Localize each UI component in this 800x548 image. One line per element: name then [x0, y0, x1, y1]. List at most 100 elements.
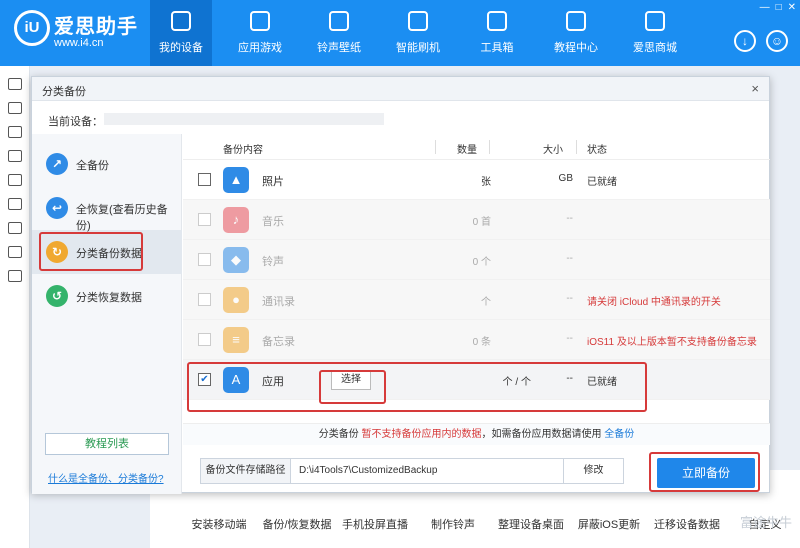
header-status: 状态 — [587, 145, 607, 156]
nav-item-6[interactable]: 爱思商城 — [624, 0, 686, 66]
row-size: -- — [566, 293, 573, 304]
note-text: ，如需备份应用数据请使用 — [481, 429, 605, 440]
nav-label: 我的设备 — [159, 42, 203, 54]
row-name: 照片 — [262, 176, 284, 188]
tool-item[interactable]: 迁移设备数据 — [648, 516, 726, 532]
row-count: 张 — [481, 177, 491, 188]
row-checkbox[interactable] — [198, 173, 211, 186]
table-row: ● 通讯录 个 -- 请关闭 iCloud 中通讯录的开关 — [183, 280, 770, 320]
photo-icon[interactable] — [7, 126, 22, 138]
header-size: 大小 — [543, 145, 563, 156]
row-checkbox[interactable] — [198, 333, 211, 346]
sidebar-item-3[interactable]: ↺ 分类恢复数据 — [32, 274, 182, 318]
toolbox-icon — [487, 11, 507, 31]
app-logo: iU — [14, 10, 50, 46]
app-url: www.i4.cn — [54, 37, 104, 49]
backup-note: 分类备份 暂不支持备份应用内的数据，如需备份应用数据请使用 全备份 — [183, 423, 770, 445]
nav-item-4[interactable]: 工具箱 — [466, 0, 528, 66]
highlight-box — [187, 362, 647, 412]
sidebar-item-0[interactable]: ↗ 全备份 — [32, 142, 182, 186]
data-icon[interactable] — [7, 222, 22, 234]
category-backup-dialog: 分类备份 × 当前设备： ↺ 分类恢复数据 ↻ 分类备份数据 ↩ 全恢复(查看历史备份) ↗… — [31, 76, 770, 494]
row-size: -- — [566, 333, 573, 344]
column-divider — [489, 140, 490, 154]
appstore-icon — [250, 11, 270, 31]
row-status: iOS11 及以上版本暂不支持备份备忘录 — [587, 337, 757, 348]
nav-item-3[interactable]: 智能刷机 — [387, 0, 449, 66]
row-size: -- — [566, 253, 573, 264]
row-status: 请关闭 iCloud 中通讯录的开关 — [587, 297, 721, 308]
row-count: 个 — [481, 297, 491, 308]
tutorial-list-button[interactable]: 教程列表 — [45, 433, 169, 455]
nav-label: 爱思商城 — [633, 42, 677, 54]
row-status: 已就绪 — [587, 177, 617, 188]
header-content: 备份内容 — [223, 145, 263, 156]
top-right-actions: ↓ ☺ — [734, 30, 788, 52]
watermark: 富途牛牛 — [739, 515, 792, 530]
row-name: 铃声 — [262, 256, 284, 268]
highlight-box — [39, 232, 143, 271]
table-row: ▲ 照片 张 GB 已就绪 — [183, 160, 770, 200]
highlight-box — [649, 452, 760, 492]
graduation-cap-icon — [566, 11, 586, 31]
device-name-redacted — [104, 113, 384, 125]
full-backup-link[interactable]: 全备份 — [604, 429, 634, 440]
close-icon[interactable]: × — [751, 81, 759, 96]
tool-item[interactable]: 手机投屏直播 — [336, 516, 414, 532]
category-icon: ≡ — [223, 327, 249, 353]
more-icon[interactable] — [7, 270, 22, 282]
category-icon: ♪ — [223, 207, 249, 233]
nav-item-2[interactable]: 铃声壁纸 — [308, 0, 370, 66]
app-icon[interactable] — [7, 102, 22, 114]
nav-item-5[interactable]: 教程中心 — [545, 0, 607, 66]
user-icon[interactable]: ☺ — [766, 30, 788, 52]
tool-item[interactable]: 制作铃声 — [414, 516, 492, 532]
row-name: 音乐 — [262, 216, 284, 228]
nav-item-0[interactable]: 我的设备 — [150, 0, 212, 66]
note-text: 分类备份 — [318, 429, 362, 440]
highlight-box — [319, 370, 386, 404]
modify-path-button[interactable]: 修改 — [563, 459, 623, 483]
path-label: 备份文件存储路径 — [201, 459, 291, 483]
row-checkbox[interactable] — [198, 253, 211, 266]
video-icon[interactable] — [7, 174, 22, 186]
close-window-icon[interactable]: ✕ — [788, 2, 796, 13]
file-icon[interactable] — [7, 246, 22, 258]
column-divider — [435, 140, 436, 154]
nav-label: 应用游戏 — [238, 42, 282, 54]
nav-label: 铃声壁纸 — [317, 42, 361, 54]
sidebar-item-1[interactable]: ↩ 全恢复(查看历史备份) — [32, 186, 182, 232]
music-icon[interactable] — [7, 150, 22, 162]
row-checkbox[interactable] — [198, 213, 211, 226]
nav-label: 工具箱 — [480, 42, 514, 54]
row-count: 0 首 — [472, 217, 491, 228]
sidebar-item-label: 全备份 — [76, 160, 109, 172]
maximize-icon[interactable]: □ — [776, 2, 782, 13]
row-name: 通讯录 — [262, 296, 295, 308]
tool-item[interactable]: 屏蔽iOS更新 — [570, 516, 648, 532]
device-icon[interactable] — [7, 78, 22, 90]
book-icon[interactable] — [7, 198, 22, 210]
app-brand-name: 爱思助手 — [54, 16, 138, 38]
tool-item[interactable]: 整理设备桌面 — [492, 516, 570, 532]
minimize-icon[interactable]: — — [760, 2, 770, 13]
backup-mode-sidebar: ↺ 分类恢复数据 ↻ 分类备份数据 ↩ 全恢复(查看历史备份) ↗ 全备份 教程列表 什么是全… — [32, 134, 182, 494]
sidebar-item-label: 分类恢复数据 — [76, 292, 142, 304]
row-count: 0 条 — [472, 337, 491, 348]
mode-icon: ↗ — [46, 153, 68, 175]
mode-icon: ↺ — [46, 285, 68, 307]
nav-label: 智能刷机 — [396, 42, 440, 54]
faq-link[interactable]: 什么是全备份、分类备份? — [48, 470, 164, 485]
tool-item[interactable]: 安装移动端 — [180, 516, 258, 532]
category-icon: ◆ — [223, 247, 249, 273]
header-count: 数量 — [457, 145, 477, 156]
dialog-title-bar: 分类备份 × — [32, 77, 769, 101]
table-row: ◆ 铃声 0 个 -- — [183, 240, 770, 280]
row-checkbox[interactable] — [198, 293, 211, 306]
path-value[interactable]: D:\i4Tools7\CustomizedBackup — [299, 465, 437, 476]
tool-item[interactable]: 备份/恢复数据 — [258, 516, 336, 532]
main-nav: 我的设备 应用游戏 铃声壁纸 智能刷机 工具箱 教程中心 爱思商城 — [150, 0, 703, 66]
mode-icon: ↩ — [46, 197, 68, 219]
download-icon[interactable]: ↓ — [734, 30, 756, 52]
nav-item-1[interactable]: 应用游戏 — [229, 0, 291, 66]
